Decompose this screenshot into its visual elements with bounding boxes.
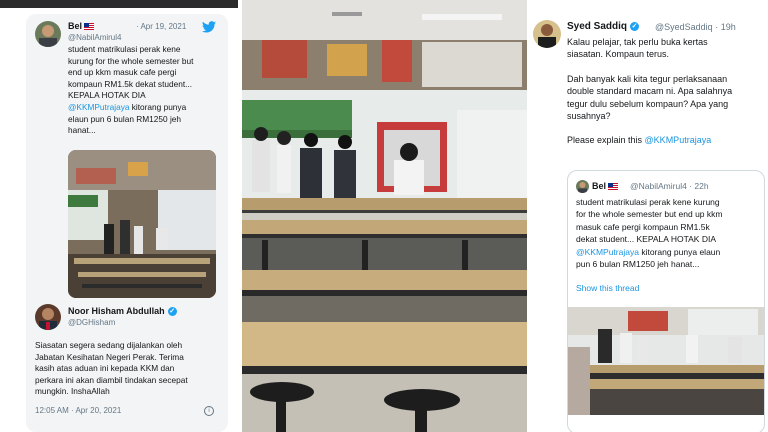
status-bar <box>0 0 238 8</box>
malaysia-flag-icon <box>608 183 619 191</box>
malaysia-flag-icon <box>84 23 95 31</box>
tweet-line: student matrikulasi perak kene kurung <box>576 197 720 207</box>
tweet-line: @KKMPutrajaya kitorang punya elaun <box>576 246 762 258</box>
tweet-line: hanat... <box>68 125 96 136</box>
tweet-age: · 19h <box>715 22 736 32</box>
tweet-author-handle[interactable]: @NabilAmirul4 <box>68 33 121 42</box>
tweet-author-handle[interactable]: @SyedSaddiq · 19h <box>655 22 736 32</box>
handle-text: @SyedSaddiq <box>655 22 713 32</box>
tweet-line: Kalau pelajar, tak perlu buka kertas <box>567 37 708 47</box>
tweet-media-image[interactable] <box>68 150 216 298</box>
tweet-line: for the whole semester but end up kkm <box>576 209 723 220</box>
tweet-line: @KKMPutrajaya kitorang punya <box>68 102 228 114</box>
tweet-line: end up kkm masuk cafe pergi <box>68 67 177 78</box>
tweet-line: KEPALA HOTAK DIA <box>68 90 146 101</box>
tweet-timestamp[interactable]: 12:05 AM · Apr 20, 2021 <box>35 406 121 415</box>
tweet-line: perkara ini akan diambil tindakan secepa… <box>35 374 188 385</box>
tweet-line: pun 6 bulan RM1250 jeh hanat... <box>576 259 700 270</box>
quoted-tweet[interactable]: Bel @NabilAmirul4 · 22h student matrikul… <box>567 170 765 432</box>
tweet-line: masuk cafe pergi kompaun RM1.5k <box>576 221 710 232</box>
tweet-line: mungkin. InshaAllah <box>35 386 110 397</box>
tweet-body: student matrikulasi perak kene kurung fo… <box>68 44 228 137</box>
tweet-line: kompaun RM1.5k dekat student... <box>68 78 193 89</box>
verified-badge-icon: ✓ <box>630 21 640 31</box>
tweet-body: Siasatan segera sedang dijalankan oleh J… <box>35 340 225 398</box>
verified-badge-icon: ✓ <box>167 307 177 317</box>
tweet-card: Bel · Apr 19, 2021 @NabilAmirul4 student… <box>26 14 228 432</box>
tweet-author-name[interactable]: Syed Saddiq ✓ <box>567 21 640 32</box>
quoted-author-name[interactable]: Bel <box>592 181 619 191</box>
mention-link[interactable]: @KKMPutrajaya <box>68 102 129 112</box>
tweet-body: Kalau pelajar, tak perlu buka kertas sia… <box>567 36 767 147</box>
tweet-age: · 22h <box>689 181 709 191</box>
tweet-text-fragment: kitorang punya <box>129 101 187 112</box>
tweet-author-name[interactable]: Noor Hisham Abdullah ✓ <box>68 306 177 317</box>
tweet-line: student matrikulasi perak kene <box>68 44 181 54</box>
mention-link[interactable]: @KKMPutrajaya <box>576 247 639 257</box>
cafeteria-photo <box>242 0 527 432</box>
tweet-line: susahnya? <box>567 111 611 122</box>
author-name-text: Bel <box>68 21 83 31</box>
tweet-text-fragment: Please explain this <box>567 135 645 146</box>
tweet-line: siasatan. Kompaun terus. <box>567 49 670 60</box>
quoted-media-image[interactable] <box>568 307 764 415</box>
author-name-text: Syed Saddiq <box>567 21 628 32</box>
show-thread-link[interactable]: Show this thread <box>576 283 639 293</box>
tweet-date-text: Apr 19, 2021 <box>140 22 187 31</box>
tweet-line: Please explain this @KKMPutrajaya <box>567 134 767 146</box>
twitter-bird-icon <box>202 20 216 38</box>
quoted-tweet-body: student matrikulasi perak kene kurung fo… <box>576 196 762 270</box>
tweet-line: double standard macam ni. Apa salahnya <box>567 86 733 97</box>
tweet-line: Dah banyak kali kita tegur perlaksanaan <box>567 73 728 84</box>
tweet-line: elaun pun 6 bulan RM1250 jeh <box>68 113 182 124</box>
tweet-author-name[interactable]: Bel <box>68 21 95 31</box>
tweet-author-handle[interactable]: @DGHisham <box>68 318 115 327</box>
tweet-line: tegur dulu sebelum kompaun? Apa yang <box>567 98 729 109</box>
tweet-line: dekat student... KEPALA HOTAK DIA <box>576 234 717 245</box>
tweet-screenshot-right: Syed Saddiq ✓ @SyedSaddiq · 19h Kalau pel… <box>531 0 768 432</box>
mention-link[interactable]: @KKMPutrajaya <box>645 135 712 145</box>
avatar-bel[interactable] <box>576 180 589 193</box>
handle-text: @NabilAmirul4 <box>630 181 687 191</box>
tweet-text-fragment: kitorang punya elaun <box>638 246 721 257</box>
author-name-text: Bel <box>592 181 607 191</box>
tweet-screenshot-left: Bel · Apr 19, 2021 @NabilAmirul4 student… <box>0 0 238 432</box>
tweet-line: Jabatan Kesihatan Negeri Perak. Terima <box>35 351 184 362</box>
info-icon[interactable]: i <box>204 406 214 416</box>
avatar-bel[interactable] <box>35 21 61 47</box>
tweet-line: kasih atas aduan ini kepada KKM dan <box>35 363 175 374</box>
tweet-date[interactable]: · Apr 19, 2021 <box>136 22 186 31</box>
avatar-syed-saddiq[interactable] <box>533 20 561 48</box>
tweet-line: Siasatan segera sedang dijalankan oleh <box>35 340 183 350</box>
tweet-line: kurung for the whole semester but <box>68 55 194 66</box>
quoted-author-handle[interactable]: @NabilAmirul4 · 22h <box>630 181 709 191</box>
author-name-text: Noor Hisham Abdullah <box>68 306 165 316</box>
avatar-noor-hisham[interactable] <box>35 304 61 330</box>
